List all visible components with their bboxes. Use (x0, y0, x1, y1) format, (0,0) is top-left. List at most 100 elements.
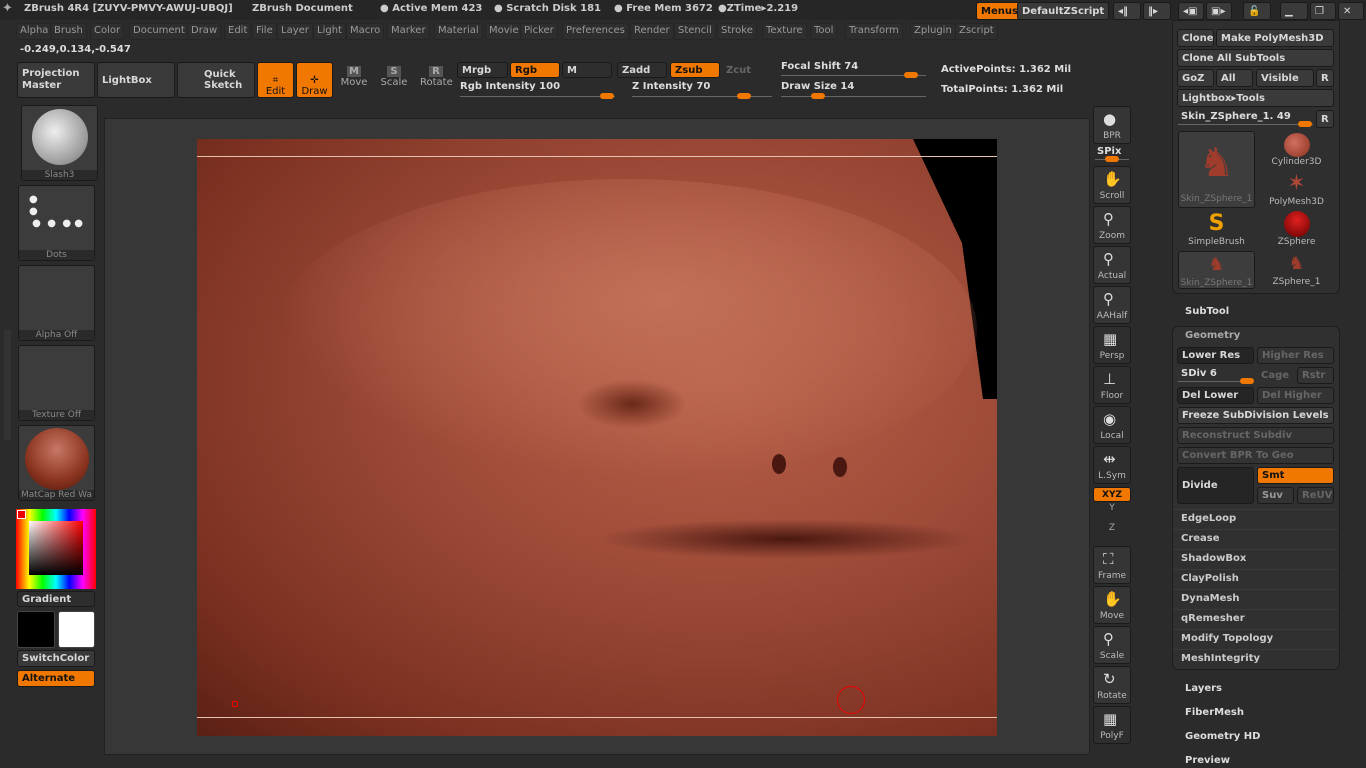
layout-prev-icon[interactable]: ◂▣ (1178, 2, 1204, 20)
tray-aahalf-button[interactable]: ⚲ AAHalf (1093, 286, 1131, 324)
geometry-item-modify-topology[interactable]: Modify Topology (1173, 629, 1338, 648)
tray-scroll-button[interactable]: ✋ Scroll (1093, 166, 1131, 204)
lower-res-button[interactable]: Lower Res (1177, 347, 1254, 364)
switch-color-button[interactable]: SwitchColor (17, 650, 95, 667)
z-intensity-knob[interactable] (737, 93, 751, 99)
draw-size-slider[interactable] (781, 93, 926, 99)
smt-toggle[interactable]: Smt (1257, 467, 1334, 484)
tray-local-button[interactable]: ◉ Local (1093, 406, 1131, 444)
menu-zplugin[interactable]: Zplugin (910, 23, 956, 40)
focal-shift-knob[interactable] (904, 72, 918, 78)
geometry-item-crease[interactable]: Crease (1173, 529, 1338, 548)
color-picker[interactable] (16, 509, 96, 589)
menu-render[interactable]: Render (630, 23, 674, 40)
scroll-left-icon[interactable]: ◂‖ (1113, 2, 1141, 20)
tool-zsphere[interactable]: ZSphere (1258, 211, 1335, 249)
menu-transform[interactable]: Transform (845, 23, 903, 40)
rgb-button[interactable]: Rgb (510, 62, 560, 78)
scale-button[interactable]: S Scale (380, 66, 408, 88)
spix-knob[interactable] (1105, 156, 1119, 162)
projection-master-button[interactable]: Projection Master (17, 62, 95, 98)
menu-texture[interactable]: Texture (762, 23, 807, 40)
geometry-item-meshintegrity[interactable]: MeshIntegrity (1173, 649, 1338, 668)
tray-xyz-button[interactable]: XYZ (1093, 487, 1131, 502)
goz-button[interactable]: GoZ (1177, 69, 1214, 87)
tray-scale-button[interactable]: ⚲ Scale (1093, 626, 1131, 664)
menu-edit[interactable]: Edit (224, 23, 252, 40)
tool-r-button[interactable]: R (1316, 110, 1334, 128)
convert-bpr-button[interactable]: Convert BPR To Geo (1177, 447, 1334, 464)
rstr-button[interactable]: Rstr (1297, 367, 1334, 384)
gradient-button[interactable]: Gradient (17, 591, 95, 607)
menu-preferences[interactable]: Preferences (562, 23, 629, 40)
edit-button[interactable]: ⌗ Edit (257, 62, 294, 98)
menu-light[interactable]: Light (313, 23, 346, 40)
section-preview[interactable]: Preview (1185, 755, 1230, 766)
rgb-intensity-knob[interactable] (600, 93, 614, 99)
sculpt-model-viewport[interactable] (197, 139, 997, 736)
sdiv-slider[interactable] (1178, 378, 1254, 384)
minimize-icon[interactable]: ▁ (1280, 2, 1308, 20)
tray-z-button[interactable]: Z (1100, 523, 1124, 533)
tray-rotate-button[interactable]: ↻ Rotate (1093, 666, 1131, 704)
geometry-item-edgeloop[interactable]: EdgeLoop (1173, 509, 1338, 528)
menu-draw[interactable]: Draw (187, 23, 222, 40)
tool-zsphere-1[interactable]: ♞ ZSphere_1 (1258, 251, 1335, 289)
texture-thumbnail[interactable]: Texture Off (18, 345, 95, 421)
menu-layer[interactable]: Layer (277, 23, 313, 40)
geometry-item-shadowbox[interactable]: ShadowBox (1173, 549, 1338, 568)
tray-lsym-button[interactable]: ⇹ L.Sym (1093, 446, 1131, 484)
tray-bpr-button[interactable]: ● BPR (1093, 106, 1131, 144)
quick-sketch-button[interactable]: Quick Sketch (177, 62, 255, 98)
section-layers[interactable]: Layers (1185, 683, 1222, 694)
tray-persp-button[interactable]: ▦ Persp (1093, 326, 1131, 364)
geometry-item-dynamesh[interactable]: DynaMesh (1173, 589, 1338, 608)
del-lower-button[interactable]: Del Lower (1177, 387, 1254, 404)
section-fibermesh[interactable]: FiberMesh (1185, 707, 1244, 718)
focal-shift-slider[interactable] (781, 72, 926, 78)
menu-macro[interactable]: Macro (346, 23, 385, 40)
draw-button[interactable]: ✛ Draw (296, 62, 333, 98)
lightbox-button[interactable]: LightBox (97, 62, 175, 98)
tray-y-button[interactable]: Y (1100, 503, 1124, 513)
close-icon[interactable]: ✕ (1338, 2, 1364, 20)
menu-zscript[interactable]: Zscript (955, 23, 998, 40)
visible-button[interactable]: Visible (1256, 69, 1314, 87)
mrgb-button[interactable]: Mrgb (457, 62, 508, 78)
document-canvas[interactable] (104, 118, 1090, 755)
subtool-section[interactable]: SubTool (1185, 306, 1229, 317)
tray-zoom-button[interactable]: ⚲ Zoom (1093, 206, 1131, 244)
make-polymesh-button[interactable]: Make PolyMesh3D (1216, 29, 1334, 47)
current-tool-knob[interactable] (1298, 121, 1312, 127)
move-button[interactable]: M Move (340, 66, 368, 88)
reuv-button[interactable]: ReUV (1297, 487, 1334, 504)
tray-polyf-button[interactable]: ▦ PolyF (1093, 706, 1131, 744)
clone-button[interactable]: Clone (1177, 29, 1214, 47)
alternate-button[interactable]: Alternate (17, 670, 95, 687)
menu-picker[interactable]: Picker (520, 23, 558, 40)
zsub-button[interactable]: Zsub (670, 62, 720, 78)
tool-simplebrush[interactable]: S SimpleBrush (1178, 211, 1255, 249)
tray-floor-button[interactable]: ⊥ Floor (1093, 366, 1131, 404)
secondary-color-swatch[interactable] (58, 611, 95, 648)
z-intensity-slider[interactable] (632, 93, 772, 99)
geometry-item-qremesher[interactable]: qRemesher (1173, 609, 1338, 628)
current-tool-slider[interactable] (1178, 121, 1313, 127)
brush-thumbnail[interactable]: Slash3 (21, 105, 98, 181)
reconstruct-subdiv-button[interactable]: Reconstruct Subdiv (1177, 427, 1334, 444)
menu-alpha[interactable]: Alpha (16, 23, 53, 40)
left-shelf-handle[interactable] (4, 330, 11, 440)
alpha-thumbnail[interactable]: Alpha Off (18, 265, 95, 341)
zcut-button[interactable]: Zcut (722, 62, 772, 78)
stroke-thumbnail[interactable]: ● ● ● ● ● ● Dots (18, 185, 95, 261)
rgb-intensity-slider[interactable] (460, 93, 615, 99)
suv-toggle[interactable]: Suv (1257, 487, 1294, 504)
menu-tool[interactable]: Tool (810, 23, 838, 40)
main-color-swatch[interactable] (17, 611, 55, 648)
section-geometry-hd[interactable]: Geometry HD (1185, 731, 1260, 742)
tray-frame-button[interactable]: ⛶ Frame (1093, 546, 1131, 584)
menu-movie[interactable]: Movie (485, 23, 523, 40)
tool-cylinder3d[interactable]: Cylinder3D (1258, 131, 1335, 169)
layout-next-icon[interactable]: ▣▸ (1206, 2, 1232, 20)
scroll-right-icon[interactable]: ‖▸ (1143, 2, 1171, 20)
